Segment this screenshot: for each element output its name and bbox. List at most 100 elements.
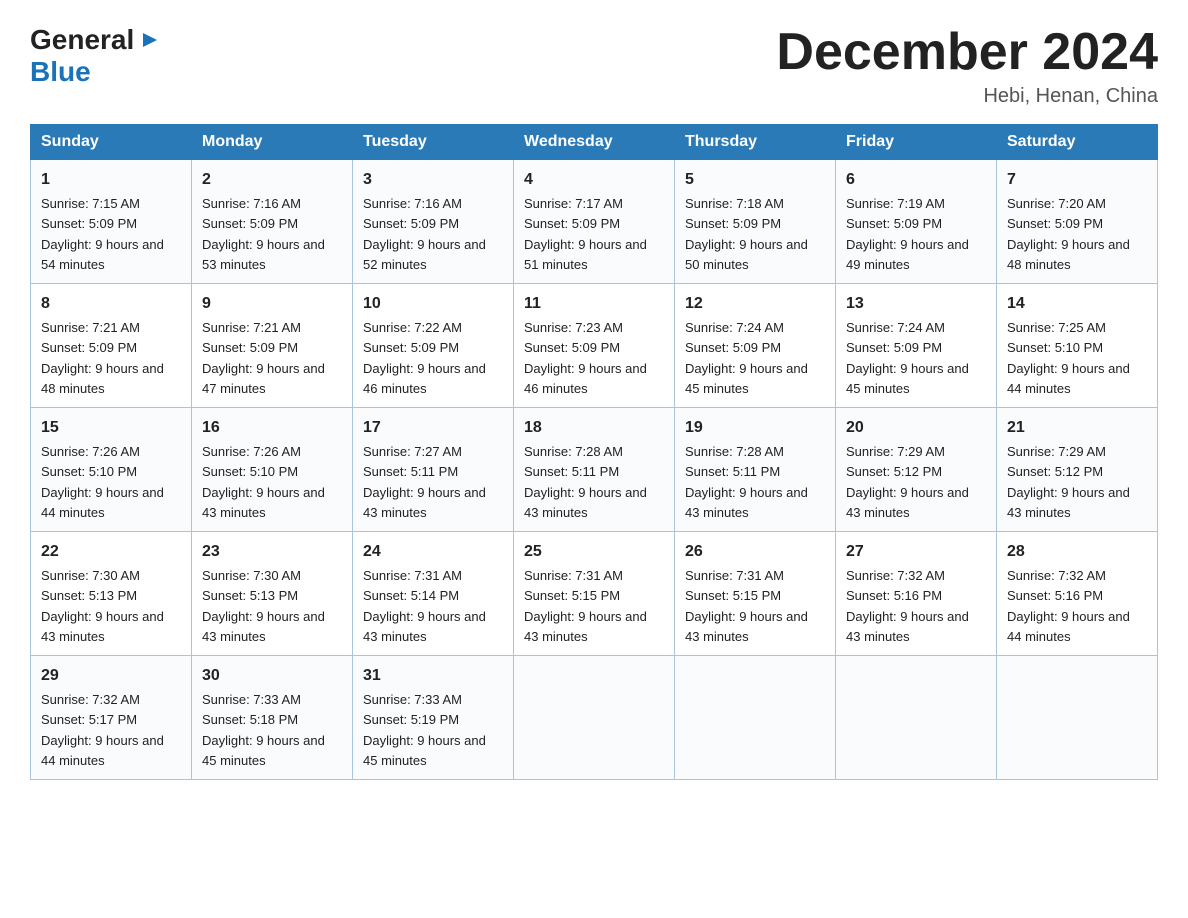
calendar-day-cell: 12 Sunrise: 7:24 AM Sunset: 5:09 PM Dayl…: [675, 284, 836, 408]
day-daylight: Daylight: 9 hours and 43 minutes: [846, 609, 969, 644]
day-daylight: Daylight: 9 hours and 43 minutes: [685, 485, 808, 520]
day-sunset: Sunset: 5:15 PM: [524, 588, 620, 603]
page-header: General Blue December 2024 Hebi, Henan, …: [30, 24, 1158, 108]
day-daylight: Daylight: 9 hours and 54 minutes: [41, 237, 164, 272]
day-sunset: Sunset: 5:14 PM: [363, 588, 459, 603]
day-daylight: Daylight: 9 hours and 45 minutes: [846, 361, 969, 396]
day-sunset: Sunset: 5:12 PM: [1007, 464, 1103, 479]
day-daylight: Daylight: 9 hours and 43 minutes: [685, 609, 808, 644]
day-sunrise: Sunrise: 7:31 AM: [685, 568, 784, 583]
calendar-week-row: 8 Sunrise: 7:21 AM Sunset: 5:09 PM Dayli…: [31, 284, 1158, 408]
day-sunset: Sunset: 5:09 PM: [846, 340, 942, 355]
day-number: 3: [363, 168, 503, 192]
calendar-day-cell: 31 Sunrise: 7:33 AM Sunset: 5:19 PM Dayl…: [353, 656, 514, 780]
day-number: 16: [202, 416, 342, 440]
day-number: 9: [202, 292, 342, 316]
day-sunrise: Sunrise: 7:24 AM: [846, 320, 945, 335]
day-sunset: Sunset: 5:12 PM: [846, 464, 942, 479]
day-daylight: Daylight: 9 hours and 47 minutes: [202, 361, 325, 396]
day-sunrise: Sunrise: 7:16 AM: [363, 196, 462, 211]
day-number: 18: [524, 416, 664, 440]
day-sunset: Sunset: 5:09 PM: [524, 216, 620, 231]
day-number: 17: [363, 416, 503, 440]
day-sunset: Sunset: 5:13 PM: [41, 588, 137, 603]
day-sunset: Sunset: 5:09 PM: [202, 340, 298, 355]
day-number: 25: [524, 540, 664, 564]
day-number: 29: [41, 664, 181, 688]
day-daylight: Daylight: 9 hours and 43 minutes: [41, 609, 164, 644]
calendar-day-cell: 13 Sunrise: 7:24 AM Sunset: 5:09 PM Dayl…: [836, 284, 997, 408]
calendar-day-cell: 28 Sunrise: 7:32 AM Sunset: 5:16 PM Dayl…: [997, 532, 1158, 656]
calendar-day-cell: [997, 656, 1158, 780]
day-daylight: Daylight: 9 hours and 43 minutes: [363, 609, 486, 644]
day-number: 6: [846, 168, 986, 192]
day-sunset: Sunset: 5:09 PM: [524, 340, 620, 355]
calendar-day-cell: 4 Sunrise: 7:17 AM Sunset: 5:09 PM Dayli…: [514, 160, 675, 284]
calendar-day-cell: 25 Sunrise: 7:31 AM Sunset: 5:15 PM Dayl…: [514, 532, 675, 656]
calendar-week-row: 15 Sunrise: 7:26 AM Sunset: 5:10 PM Dayl…: [31, 408, 1158, 532]
day-sunset: Sunset: 5:10 PM: [41, 464, 137, 479]
day-sunset: Sunset: 5:16 PM: [846, 588, 942, 603]
day-sunset: Sunset: 5:09 PM: [202, 216, 298, 231]
calendar-day-cell: 14 Sunrise: 7:25 AM Sunset: 5:10 PM Dayl…: [997, 284, 1158, 408]
day-number: 13: [846, 292, 986, 316]
day-number: 21: [1007, 416, 1147, 440]
calendar-day-cell: 1 Sunrise: 7:15 AM Sunset: 5:09 PM Dayli…: [31, 160, 192, 284]
day-number: 19: [685, 416, 825, 440]
day-number: 10: [363, 292, 503, 316]
calendar-day-cell: 30 Sunrise: 7:33 AM Sunset: 5:18 PM Dayl…: [192, 656, 353, 780]
day-daylight: Daylight: 9 hours and 45 minutes: [363, 733, 486, 768]
day-daylight: Daylight: 9 hours and 45 minutes: [202, 733, 325, 768]
day-sunrise: Sunrise: 7:21 AM: [41, 320, 140, 335]
day-daylight: Daylight: 9 hours and 46 minutes: [363, 361, 486, 396]
day-sunset: Sunset: 5:15 PM: [685, 588, 781, 603]
day-number: 27: [846, 540, 986, 564]
day-number: 8: [41, 292, 181, 316]
day-sunrise: Sunrise: 7:29 AM: [1007, 444, 1106, 459]
calendar-day-cell: 23 Sunrise: 7:30 AM Sunset: 5:13 PM Dayl…: [192, 532, 353, 656]
day-sunrise: Sunrise: 7:28 AM: [685, 444, 784, 459]
day-number: 26: [685, 540, 825, 564]
day-sunrise: Sunrise: 7:33 AM: [202, 692, 301, 707]
calendar-day-cell: 26 Sunrise: 7:31 AM Sunset: 5:15 PM Dayl…: [675, 532, 836, 656]
day-number: 5: [685, 168, 825, 192]
day-sunrise: Sunrise: 7:30 AM: [41, 568, 140, 583]
day-sunset: Sunset: 5:11 PM: [363, 464, 458, 479]
day-sunset: Sunset: 5:09 PM: [41, 216, 137, 231]
day-daylight: Daylight: 9 hours and 43 minutes: [202, 485, 325, 520]
calendar-day-cell: 5 Sunrise: 7:18 AM Sunset: 5:09 PM Dayli…: [675, 160, 836, 284]
day-sunrise: Sunrise: 7:30 AM: [202, 568, 301, 583]
calendar-day-cell: 16 Sunrise: 7:26 AM Sunset: 5:10 PM Dayl…: [192, 408, 353, 532]
calendar-day-cell: 10 Sunrise: 7:22 AM Sunset: 5:09 PM Dayl…: [353, 284, 514, 408]
calendar-day-cell: 7 Sunrise: 7:20 AM Sunset: 5:09 PM Dayli…: [997, 160, 1158, 284]
day-sunrise: Sunrise: 7:26 AM: [41, 444, 140, 459]
day-number: 30: [202, 664, 342, 688]
day-daylight: Daylight: 9 hours and 44 minutes: [41, 485, 164, 520]
day-daylight: Daylight: 9 hours and 43 minutes: [524, 485, 647, 520]
day-sunset: Sunset: 5:19 PM: [363, 712, 459, 727]
day-sunrise: Sunrise: 7:20 AM: [1007, 196, 1106, 211]
day-sunrise: Sunrise: 7:31 AM: [363, 568, 462, 583]
day-daylight: Daylight: 9 hours and 51 minutes: [524, 237, 647, 272]
calendar-week-row: 22 Sunrise: 7:30 AM Sunset: 5:13 PM Dayl…: [31, 532, 1158, 656]
day-daylight: Daylight: 9 hours and 44 minutes: [41, 733, 164, 768]
weekday-header-friday: Friday: [836, 125, 997, 160]
calendar-day-cell: 29 Sunrise: 7:32 AM Sunset: 5:17 PM Dayl…: [31, 656, 192, 780]
day-sunset: Sunset: 5:09 PM: [846, 216, 942, 231]
day-daylight: Daylight: 9 hours and 43 minutes: [202, 609, 325, 644]
calendar-week-row: 29 Sunrise: 7:32 AM Sunset: 5:17 PM Dayl…: [31, 656, 1158, 780]
calendar-day-cell: 11 Sunrise: 7:23 AM Sunset: 5:09 PM Dayl…: [514, 284, 675, 408]
calendar-day-cell: [514, 656, 675, 780]
day-sunset: Sunset: 5:17 PM: [41, 712, 137, 727]
month-title: December 2024: [776, 24, 1158, 81]
calendar-day-cell: 15 Sunrise: 7:26 AM Sunset: 5:10 PM Dayl…: [31, 408, 192, 532]
day-sunset: Sunset: 5:11 PM: [524, 464, 619, 479]
calendar-day-cell: 21 Sunrise: 7:29 AM Sunset: 5:12 PM Dayl…: [997, 408, 1158, 532]
day-sunrise: Sunrise: 7:18 AM: [685, 196, 784, 211]
day-sunrise: Sunrise: 7:21 AM: [202, 320, 301, 335]
day-daylight: Daylight: 9 hours and 48 minutes: [41, 361, 164, 396]
day-sunset: Sunset: 5:18 PM: [202, 712, 298, 727]
day-sunset: Sunset: 5:09 PM: [363, 340, 459, 355]
weekday-header-sunday: Sunday: [31, 125, 192, 160]
day-sunset: Sunset: 5:09 PM: [1007, 216, 1103, 231]
